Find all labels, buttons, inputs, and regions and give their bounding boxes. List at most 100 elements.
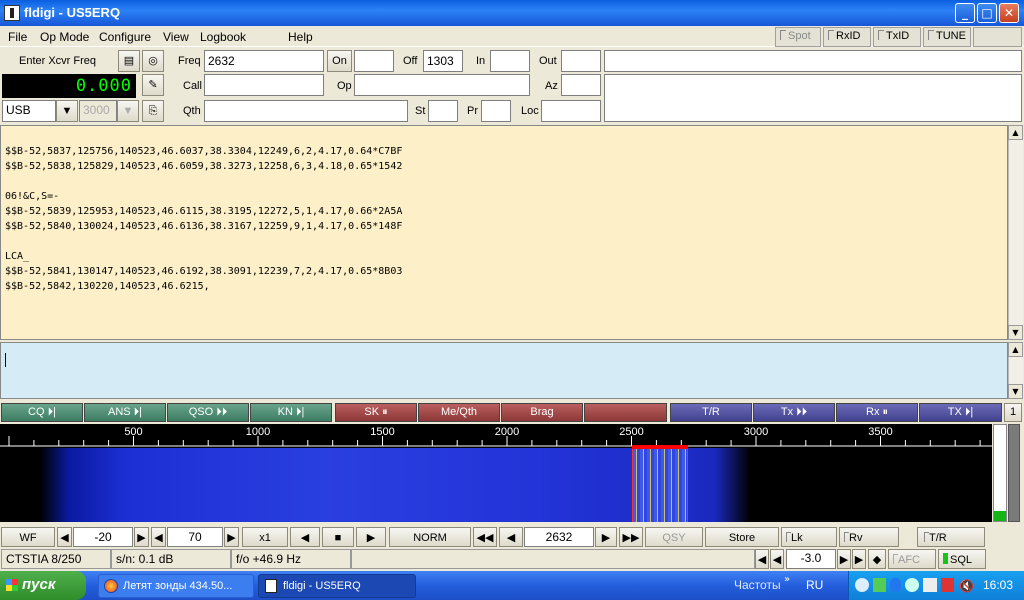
menu-op-mode[interactable]: Op Mode [40,30,89,44]
wf-range-field[interactable]: 70 [167,527,223,547]
txid-toggle[interactable]: TxID [873,27,921,47]
title-bar[interactable]: fldigi - US5ERQ _ □ ✕ [0,0,1024,26]
fast-forward-icon[interactable]: ▶▶ [619,527,643,547]
op-field[interactable] [354,74,530,96]
reverse-toggle[interactable]: Rv [839,527,899,547]
pr-field[interactable] [481,100,511,122]
step-forward-icon[interactable]: ▶ [595,527,617,547]
safely-remove-icon[interactable] [941,578,954,592]
macro-set-button[interactable]: 1 [1004,403,1022,422]
store-button[interactable]: Store [705,527,779,547]
pause-icon[interactable]: ■ [322,527,354,547]
macro-tr-button[interactable]: T/R [670,403,752,422]
frequency-scale[interactable]: 500 1000 1500 2000 2500 3000 3500 [0,424,992,448]
macro-tx-button[interactable]: Tx ⏵⏵ [753,403,835,422]
ref-down-icon[interactable]: ◀ [57,527,72,547]
rx-scrollbar[interactable] [1008,125,1023,340]
network-icon[interactable] [855,578,869,592]
macro-sk-button[interactable]: SK ⏸ [335,403,417,422]
globe-icon[interactable]: ◎ [142,50,164,72]
qso-notes-area[interactable] [604,74,1022,122]
squelch-slider[interactable] [1008,424,1020,522]
tuning-cursor[interactable] [632,445,688,449]
rx-scroll-down-icon[interactable]: ▼ [1008,325,1023,340]
menu-view[interactable]: View [163,30,189,44]
mode-status[interactable]: CTSTIA 8/250 [1,549,111,569]
transmit-text-pane[interactable] [0,342,1008,399]
log-icon[interactable]: ▤ [118,50,140,72]
out-field[interactable] [561,50,601,72]
menu-file[interactable]: File [8,30,27,44]
macro-cq-button[interactable]: CQ ⏵| [1,403,83,422]
usb-icon[interactable] [923,578,937,592]
macro-meqth-button[interactable]: Me/Qth [418,403,500,422]
step-back-icon[interactable]: ◀ [499,527,523,547]
macro-empty-button[interactable] [584,403,667,422]
afc-toggle[interactable]: AFC [888,549,936,569]
range-down-icon[interactable]: ◀ [151,527,166,547]
tr-toggle[interactable]: T/R [917,527,985,547]
zoom-button[interactable]: x1 [242,527,288,547]
on-button[interactable]: On [327,50,352,72]
tune-toggle[interactable]: TUNE [923,27,971,47]
bluetooth-icon[interactable] [890,578,901,592]
squelch-value-field[interactable]: -3.0 [786,549,836,569]
shield-icon[interactable] [873,578,886,592]
wf-ref-field[interactable]: -20 [73,527,133,547]
receive-text-pane[interactable]: $$B-52,5837,125756,140523,46.6037,38.330… [0,125,1008,340]
sql-down-icon[interactable]: ◀ [770,549,784,569]
fast-back-icon[interactable]: ◀◀ [473,527,497,547]
language-indicator[interactable]: RU [806,578,823,592]
range-up-icon[interactable]: ▶ [224,527,239,547]
rxid-toggle[interactable]: RxID [823,27,871,47]
mode-select[interactable]: USB [2,100,56,122]
ref-up-icon[interactable]: ▶ [134,527,149,547]
faster-icon[interactable]: ▶ [356,527,386,547]
spot-toggle[interactable]: Spot [775,27,821,47]
blank-toggle[interactable] [973,27,1022,47]
macro-tx-end-button[interactable]: TX ⏵| [919,403,1002,422]
az-field[interactable] [561,74,601,96]
tx-scroll-up-icon[interactable]: ▲ [1008,342,1023,357]
minimize-button[interactable]: _ [955,3,975,23]
qth-field[interactable] [204,100,408,122]
call-field[interactable] [204,74,324,96]
wf-mode-button[interactable]: WF [1,527,55,547]
rx-scroll-up-icon[interactable]: ▲ [1008,125,1023,140]
waterfall-display[interactable] [0,448,992,522]
task-firefox[interactable]: Летят зонды 434.50... [98,574,254,598]
notes-field[interactable] [604,50,1022,72]
norm-button[interactable]: NORM [389,527,471,547]
broom-icon[interactable]: ✎ [142,74,164,96]
macro-qso-button[interactable]: QSO ⏵⏵ [167,403,249,422]
st-field[interactable] [428,100,458,122]
slower-icon[interactable]: ◀ [290,527,320,547]
sql-fast-down-icon[interactable]: ◀ [755,549,769,569]
sql-toggle[interactable]: SQL [938,549,986,569]
clock[interactable]: 16:03 [983,578,1013,592]
start-button[interactable]: пуск [0,571,86,600]
diamond-icon[interactable]: ◆ [868,549,886,569]
volume-muted-icon[interactable]: 🔇 [959,579,974,593]
menu-logbook[interactable]: Logbook [200,30,246,44]
bandwidth-select[interactable]: 3000 [79,100,117,122]
menu-help[interactable]: Help [288,30,313,44]
macro-brag-button[interactable]: Brag [501,403,583,422]
xcvr-frequency-display[interactable]: 0.000 [2,74,136,98]
task-fldigi[interactable]: fldigi - US5ERQ [258,574,416,598]
on-field[interactable] [354,50,394,72]
loc-field[interactable] [541,100,601,122]
save-log-icon[interactable]: ⎘ [142,100,164,122]
freq-field[interactable] [204,50,324,72]
tx-scroll-down-icon[interactable]: ▼ [1008,384,1023,399]
sql-up-icon[interactable]: ▶ [837,549,851,569]
sync-icon[interactable] [905,578,919,592]
sql-fast-up-icon[interactable]: ▶ [852,549,866,569]
macro-kn-button[interactable]: KN ⏵| [250,403,332,422]
macro-rx-button[interactable]: Rx ⏸ [836,403,918,422]
close-button[interactable]: ✕ [999,3,1019,23]
toolbar-expand-icon[interactable]: » [784,574,790,585]
lock-toggle[interactable]: Lk [781,527,837,547]
bandwidth-dropdown-icon[interactable]: ▼ [117,100,139,122]
qsy-button[interactable]: QSY [645,527,703,547]
